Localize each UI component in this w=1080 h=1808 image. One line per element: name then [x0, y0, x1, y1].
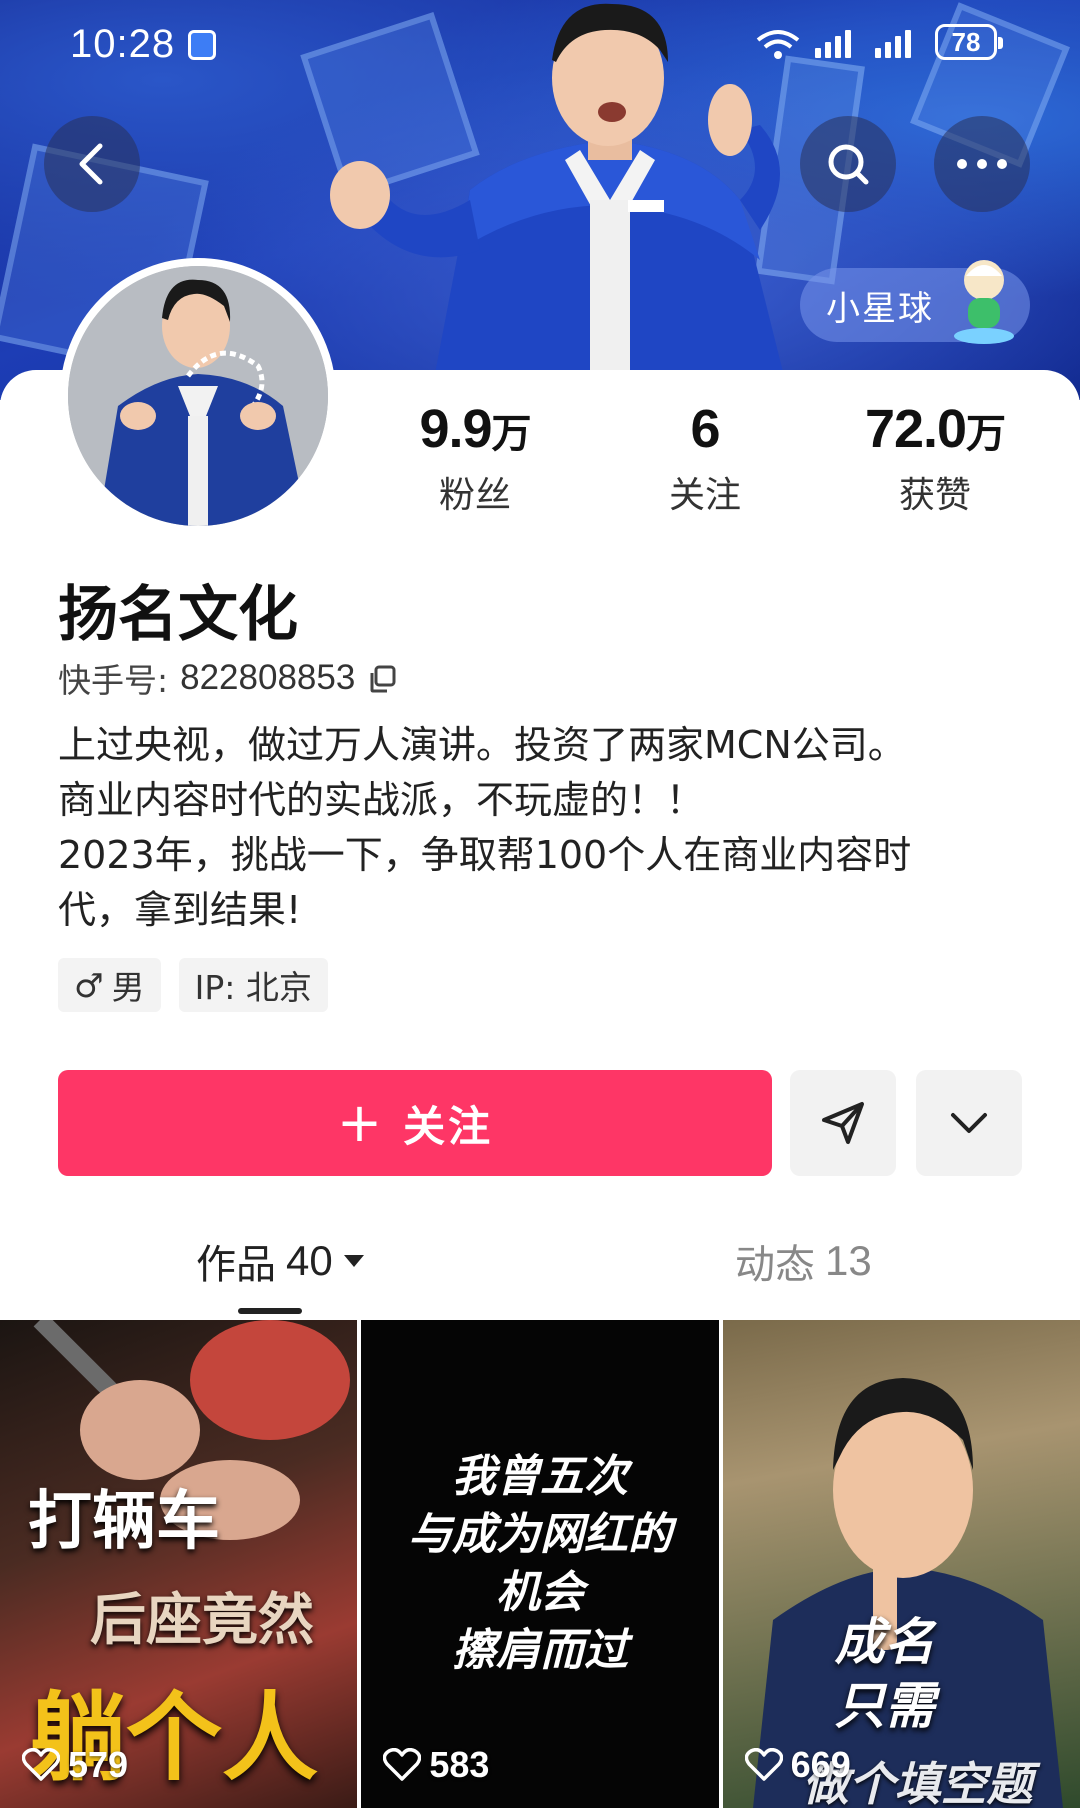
overlay-line: 机会: [495, 1567, 584, 1618]
tab-works[interactable]: 作品 40: [196, 1232, 365, 1290]
video-like-count: 579: [22, 1744, 128, 1786]
signal-strength-icon: [815, 28, 851, 58]
following-stat[interactable]: 6 关注: [590, 398, 820, 518]
kuaishou-id-value: 822808853: [180, 658, 356, 697]
status-bar: 10:28 78: [0, 0, 1080, 90]
chevron-left-icon: [79, 143, 103, 185]
active-tab-indicator: [238, 1308, 302, 1314]
likes-count: 72.0: [864, 399, 967, 459]
male-icon: ♂: [74, 965, 104, 1005]
kuaishou-id-row: 快手号: 822808853: [58, 654, 397, 702]
bio-line: 代，拿到结果!: [58, 888, 302, 932]
video-overlay-text: 打辆车: [28, 1485, 220, 1559]
heart-icon: [22, 1748, 60, 1781]
overlay-line: 我曾五次: [451, 1451, 628, 1502]
video-overlay-text: 成名 只需: [835, 1610, 935, 1738]
likes-unit: 万: [966, 411, 1006, 457]
planet-chip-label: 小星球: [826, 288, 934, 329]
video-grid: 打辆车 后座竟然 躺个人 579 我曾五次 与成为网红的 机会 擦肩而过 583: [0, 1320, 1080, 1808]
bio-line: 2023年，挑战一下，争取帮100个人在商业内容时: [58, 833, 912, 877]
overlay-line: 与成为网红的: [407, 1509, 672, 1560]
bio-line: 商业内容时代的实战派，不玩虚的！！: [58, 778, 705, 822]
tab-works-count: 40: [286, 1237, 333, 1284]
more-actions-dropdown-button[interactable]: [916, 1070, 1022, 1176]
copy-icon[interactable]: [367, 663, 397, 693]
like-count-value: 579: [68, 1744, 129, 1785]
security-shield-icon: [188, 30, 216, 60]
gender-label: 男: [111, 968, 145, 1007]
overlay-line: 成名: [834, 1612, 935, 1671]
following-label: 关注: [668, 475, 741, 516]
profile-bio: 上过央视，做过万人演讲。投资了两家MCN公司。 商业内容时代的实战派，不玩虚的！…: [58, 718, 1038, 938]
more-options-button[interactable]: [934, 116, 1030, 212]
tab-moments[interactable]: 动态 13: [735, 1232, 872, 1290]
overlay-line: 擦肩而过: [451, 1625, 628, 1676]
gender-tag: ♂ 男: [58, 958, 161, 1012]
video-like-count: 669: [744, 1744, 851, 1786]
overlay-line: 只需: [834, 1676, 935, 1735]
following-count: 6: [690, 399, 720, 459]
profile-name: 扬名文化: [58, 580, 298, 650]
tab-moments-count: 13: [825, 1237, 872, 1284]
status-time: 10:28: [70, 22, 176, 66]
video-overlay-text: 我曾五次 与成为网红的 机会 擦肩而过: [361, 1448, 718, 1680]
chevron-down-icon: [951, 1113, 987, 1133]
profile-tags: ♂ 男 IP: 北京: [58, 958, 328, 1012]
video-thumbnail[interactable]: 打辆车 后座竟然 躺个人 579: [0, 1320, 358, 1808]
more-dots-icon: [957, 159, 1007, 169]
ip-location-label: IP: 北京: [194, 968, 312, 1007]
planet-mascot-icon: [954, 260, 1014, 344]
search-button[interactable]: [800, 116, 896, 212]
likes-stat[interactable]: 72.0万 获赞: [820, 398, 1050, 518]
followers-unit: 万: [491, 411, 532, 457]
search-icon: [828, 144, 869, 185]
battery-indicator: 78: [935, 24, 1003, 60]
plus-icon: +: [336, 1091, 386, 1154]
like-count-value: 669: [790, 1744, 851, 1785]
send-message-button[interactable]: [790, 1070, 896, 1176]
planet-chip-button[interactable]: 小星球: [800, 260, 1030, 344]
video-thumbnail[interactable]: 我曾五次 与成为网红的 机会 擦肩而过 583: [361, 1320, 719, 1808]
profile-stats: 9.9万 粉丝 6 关注 72.0万 获赞: [360, 398, 1050, 518]
signal-strength-icon: [875, 28, 911, 58]
followers-count: 9.9: [419, 399, 492, 459]
ip-location-tag: IP: 北京: [178, 958, 328, 1012]
tab-works-label: 作品: [196, 1242, 276, 1288]
followers-label: 粉丝: [438, 475, 511, 516]
send-icon: [822, 1102, 864, 1144]
bio-line: 上过央视，做过万人演讲。投资了两家MCN公司。: [58, 723, 906, 767]
likes-label: 获赞: [898, 475, 971, 516]
profile-avatar[interactable]: [60, 258, 336, 534]
like-count-value: 583: [429, 1744, 490, 1785]
follow-button[interactable]: + 关注: [58, 1070, 772, 1176]
video-thumbnail[interactable]: 成名 只需 做个填空题 669: [722, 1320, 1080, 1808]
wifi-icon: [752, 26, 804, 69]
follow-label: 关注: [403, 1101, 494, 1151]
caret-down-icon: [343, 1255, 364, 1267]
tab-moments-label: 动态: [735, 1242, 815, 1288]
video-overlay-text: 后座竟然: [90, 1588, 314, 1653]
heart-icon: [744, 1748, 783, 1781]
back-button[interactable]: [44, 116, 140, 212]
video-like-count: 583: [383, 1744, 489, 1786]
avatar-photo: [68, 266, 328, 526]
kuaishou-id-label: 快手号:: [58, 661, 169, 700]
heart-icon: [383, 1748, 422, 1781]
followers-stat[interactable]: 9.9万 粉丝: [360, 398, 590, 518]
